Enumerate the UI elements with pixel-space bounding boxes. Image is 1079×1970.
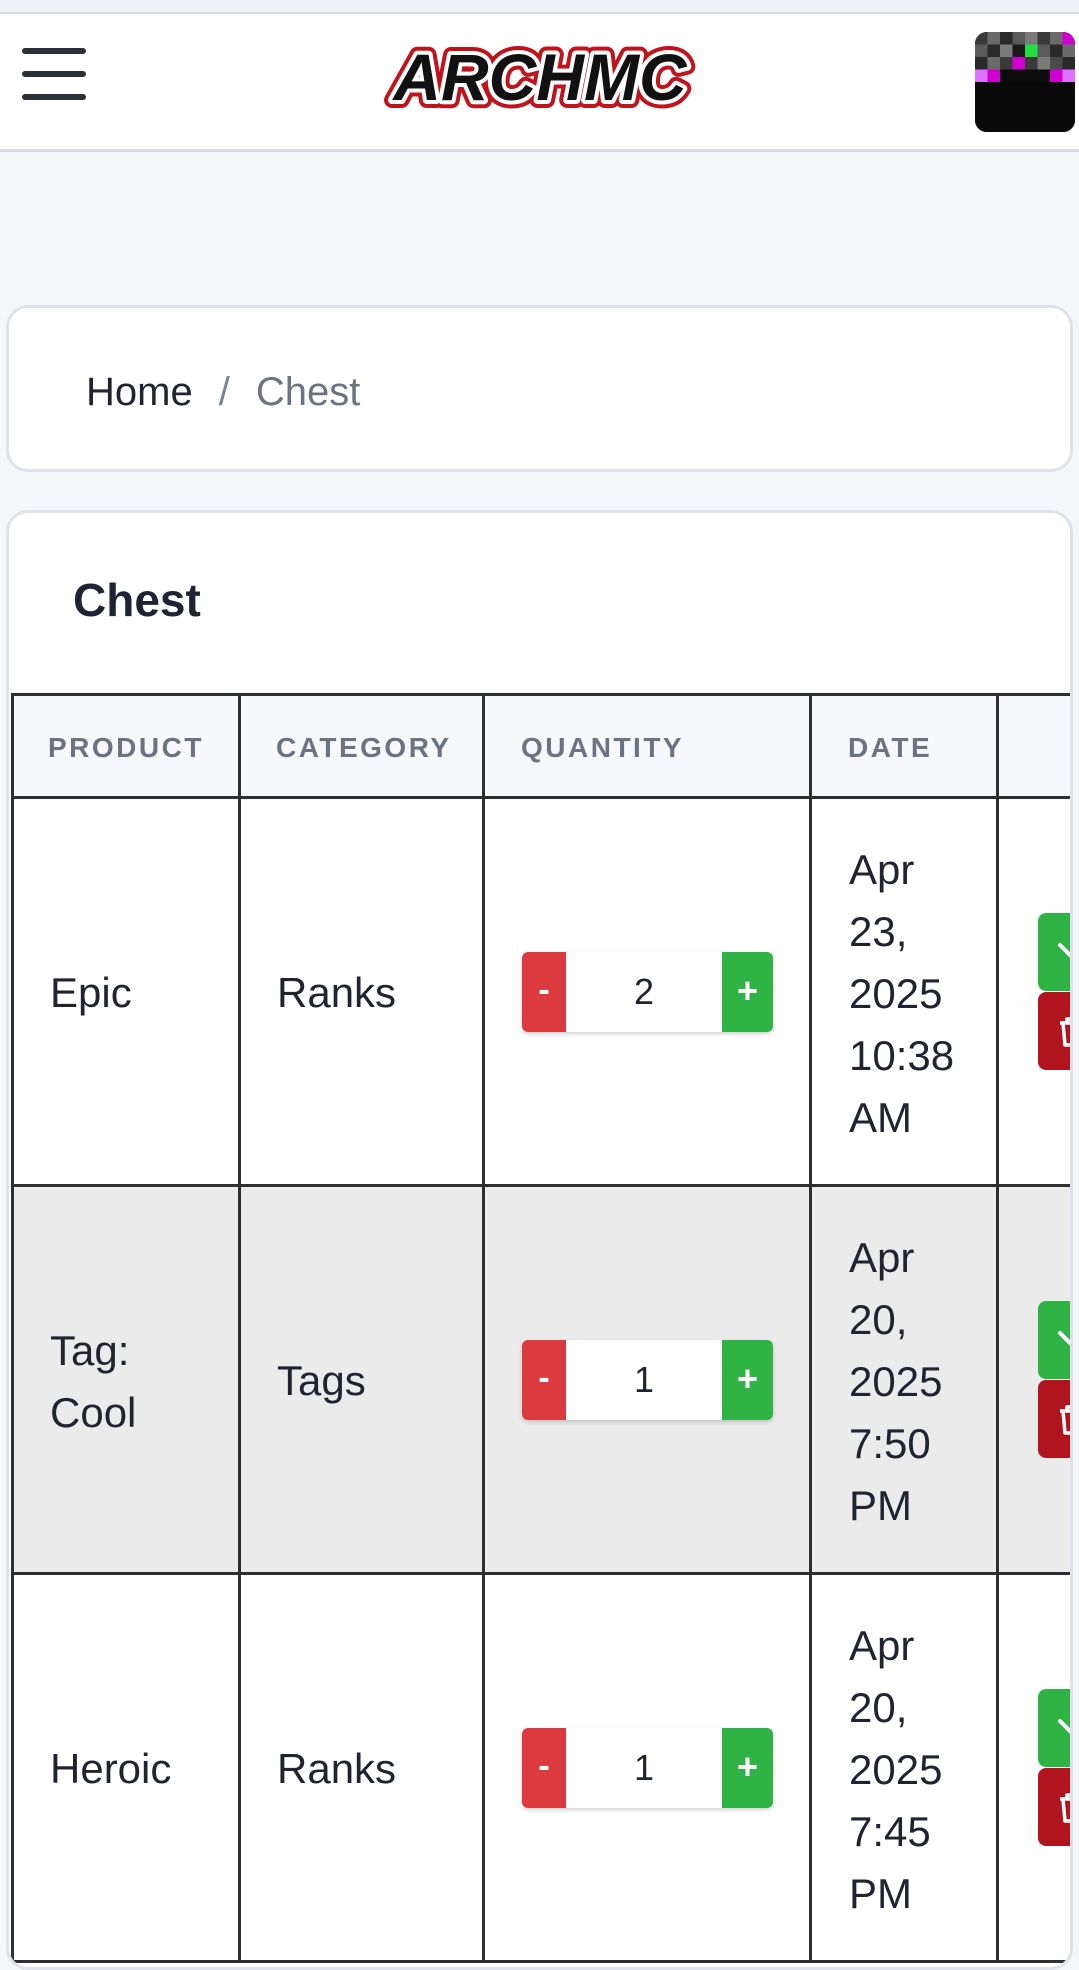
date-line: 20, <box>849 1296 908 1343</box>
decrease-quantity-button[interactable]: - <box>522 1728 566 1808</box>
category-name: Ranks <box>277 1745 397 1792</box>
player-avatar-icon[interactable] <box>975 32 1075 132</box>
top-navbar: ARCHMC ARCHMC ARCHMC <box>0 12 1079 152</box>
trash-icon <box>1060 1405 1070 1435</box>
chevron-down-icon <box>1058 1331 1070 1346</box>
date-cell: Apr 20, 2025 7:50 PM <box>812 1187 999 1572</box>
table-row: Heroic Ranks - 1 + Apr 20, 2025 7:45 PM <box>11 1575 1070 1963</box>
date-value: Apr 23, 2025 10:38 AM <box>849 839 989 1149</box>
category-name: Tags <box>277 1357 366 1404</box>
date-line: AM <box>849 1094 912 1141</box>
header-cell-date: DATE <box>812 696 999 796</box>
chevron-down-icon <box>1058 943 1070 958</box>
delete-button[interactable] <box>1038 1768 1070 1846</box>
header-cell-actions <box>999 696 1070 796</box>
date-value: Apr 20, 2025 7:45 PM <box>849 1615 989 1925</box>
breadcrumb-separator: / <box>218 370 230 414</box>
date-line: Apr <box>849 846 915 893</box>
actions-cell <box>999 1575 1070 1960</box>
table-header-row: PRODUCT CATEGORY QUANTITY DATE <box>11 693 1070 799</box>
svg-text:ARCHMC: ARCHMC <box>391 40 688 114</box>
date-line: PM <box>849 1870 912 1917</box>
quantity-value[interactable]: 1 <box>566 1728 722 1808</box>
date-line: 20, <box>849 1684 908 1731</box>
date-line: Apr <box>849 1234 915 1281</box>
category-cell: Ranks <box>241 799 485 1184</box>
delete-button[interactable] <box>1038 1380 1070 1458</box>
increase-quantity-button[interactable]: + <box>722 1728 773 1808</box>
date-line: 10:38 <box>849 1032 955 1079</box>
category-cell: Ranks <box>241 1575 485 1960</box>
date-line: 7:50 <box>849 1420 931 1467</box>
page-title: Chest <box>73 574 201 626</box>
date-line: 2025 <box>849 1746 943 1793</box>
header-cell-quantity: QUANTITY <box>485 696 812 796</box>
hamburger-icon[interactable] <box>22 44 86 104</box>
quantity-stepper[interactable]: - 2 + <box>522 952 773 1032</box>
quantity-cell: - 1 + <box>485 1575 812 1960</box>
breadcrumb-home-link[interactable]: Home <box>86 370 193 414</box>
quantity-cell: - 1 + <box>485 1187 812 1572</box>
status-strip <box>0 0 1079 12</box>
category-cell: Tags <box>241 1187 485 1572</box>
quantity-value[interactable]: 1 <box>566 1340 722 1420</box>
column-header-quantity: QUANTITY <box>521 732 685 763</box>
date-line: Apr <box>849 1622 915 1669</box>
date-value: Apr 20, 2025 7:50 PM <box>849 1227 989 1537</box>
quantity-value[interactable]: 2 <box>566 952 722 1032</box>
trash-icon <box>1060 1793 1070 1823</box>
product-name: Tag: Cool <box>50 1320 136 1444</box>
decrease-quantity-button[interactable]: - <box>522 952 566 1032</box>
breadcrumb-current: Chest <box>255 370 361 414</box>
column-header-date: DATE <box>848 732 933 763</box>
delete-button[interactable] <box>1038 992 1070 1070</box>
actions-cell <box>999 799 1070 1184</box>
increase-quantity-button[interactable]: + <box>722 952 773 1032</box>
claim-button[interactable] <box>1038 1301 1070 1379</box>
date-line: 2025 <box>849 970 943 1017</box>
chest-card: Chest PRODUCT CATEGORY QUANTITY DATE Epi… <box>6 510 1073 1970</box>
increase-quantity-button[interactable]: + <box>722 1340 773 1420</box>
breadcrumb: Home / Chest <box>86 368 360 416</box>
decrease-quantity-button[interactable]: - <box>522 1340 566 1420</box>
product-line: Tag: <box>50 1327 130 1374</box>
date-line: 7:45 <box>849 1808 931 1855</box>
date-cell: Apr 23, 2025 10:38 AM <box>812 799 999 1184</box>
product-name: Epic <box>50 962 132 1024</box>
table-row: Epic Ranks - 2 + Apr 23, 2025 10:38 AM <box>11 799 1070 1187</box>
header-cell-category: CATEGORY <box>241 696 485 796</box>
breadcrumb-card: Home / Chest <box>6 305 1073 472</box>
quantity-stepper[interactable]: - 1 + <box>522 1340 773 1420</box>
date-line: PM <box>849 1482 912 1529</box>
product-line: Cool <box>50 1389 137 1436</box>
product-line: Epic <box>50 969 132 1016</box>
claim-button[interactable] <box>1038 913 1070 991</box>
product-cell: Epic <box>14 799 241 1184</box>
chevron-down-icon <box>1058 1719 1070 1734</box>
column-header-product: PRODUCT <box>48 732 204 763</box>
trash-icon <box>1060 1017 1070 1047</box>
date-line: 23, <box>849 908 908 955</box>
product-name: Heroic <box>50 1738 171 1800</box>
quantity-stepper[interactable]: - 1 + <box>522 1728 773 1808</box>
product-cell: Heroic <box>14 1575 241 1960</box>
column-header-category: CATEGORY <box>276 732 452 763</box>
date-line: 2025 <box>849 1358 943 1405</box>
header-cell-product: PRODUCT <box>14 696 241 796</box>
quantity-cell: - 2 + <box>485 799 812 1184</box>
archmc-logo[interactable]: ARCHMC ARCHMC ARCHMC <box>365 30 715 126</box>
product-cell: Tag: Cool <box>14 1187 241 1572</box>
claim-button[interactable] <box>1038 1689 1070 1767</box>
product-line: Heroic <box>50 1745 172 1792</box>
actions-cell <box>999 1187 1070 1572</box>
table-row: Tag: Cool Tags - 1 + Apr 20, 2025 7:50 P… <box>11 1187 1070 1575</box>
date-cell: Apr 20, 2025 7:45 PM <box>812 1575 999 1960</box>
category-name: Ranks <box>277 969 397 1016</box>
